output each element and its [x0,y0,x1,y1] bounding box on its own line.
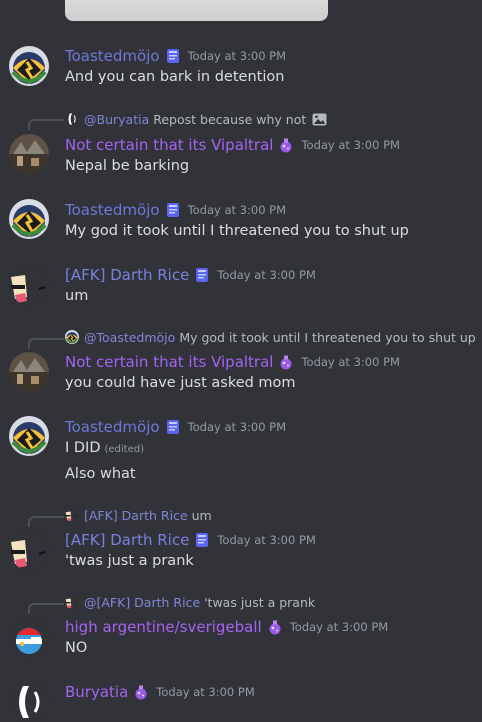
avatar[interactable] [9,530,49,570]
username[interactable]: Toastedmöjo [65,418,160,436]
message-text: My god it took until I threatened you to… [65,223,409,239]
avatar [65,330,79,344]
avatar[interactable] [9,134,49,174]
reply-author[interactable]: [AFK] Darth Rice [84,508,188,523]
timestamp: Today at 3:00 PM [187,49,287,63]
book-icon [165,202,181,218]
attachment-image[interactable] [65,0,328,21]
avatar[interactable] [9,617,49,657]
reply-author[interactable]: @Buryatia [84,112,149,127]
message-line: I DID [65,440,101,456]
message-text: you could have just asked mom [65,375,296,391]
timestamp: Today at 3:00 PM [187,420,287,434]
reply-preview[interactable]: @Buryatia Repost because why not [65,111,327,127]
book-icon [194,267,210,283]
book-icon [194,532,210,548]
timestamp: Today at 3:00 PM [187,203,287,217]
username[interactable]: Not certain that its Vipaltral [65,353,273,371]
avatar [65,112,79,126]
username[interactable]: Toastedmöjo [65,201,160,219]
message-text: I DID (edited) [65,440,144,456]
reply-text: Repost because why not [153,111,307,127]
timestamp: Today at 3:00 PM [289,620,389,634]
avatar[interactable] [9,46,49,86]
avatar[interactable] [9,352,49,392]
avatar [65,508,79,522]
reply-author[interactable]: @[AFK] Darth Rice [84,595,200,610]
message-text: 'twas just a prank [65,553,194,569]
edited-label: (edited) [104,444,145,455]
reply-text: um [191,507,212,523]
reply-spine [28,119,64,130]
image-icon [312,113,327,126]
avatar[interactable] [9,199,49,239]
potion-icon [133,684,149,700]
avatar[interactable] [9,265,49,305]
reply-text: My god it took until I threatened you to… [179,329,476,345]
username[interactable]: Toastedmöjo [65,47,160,65]
reply-author[interactable]: @Toastedmöjo [84,330,175,345]
reply-spine [28,516,64,527]
book-icon [165,419,181,435]
potion-icon [267,619,283,635]
username[interactable]: [AFK] Darth Rice [65,531,189,549]
reply-preview[interactable]: @Toastedmöjo My god it took until I thre… [65,329,476,345]
timestamp: Today at 3:00 PM [217,268,316,282]
username[interactable]: Buryatia [65,683,128,701]
avatar [65,595,79,609]
message-text: And you can bark in detention [65,69,285,85]
timestamp: Today at 3:00 PM [217,533,316,547]
potion-icon [278,354,294,370]
reply-preview[interactable]: [AFK] Darth Rice um [65,507,212,523]
reply-spine [28,338,64,349]
username[interactable]: high argentine/sverigeball [65,618,262,636]
username[interactable]: Not certain that its Vipaltral [65,136,273,154]
avatar[interactable] [9,682,49,722]
timestamp: Today at 3:00 PM [156,685,255,699]
message-text: Nepal be barking [65,158,190,174]
avatar[interactable] [9,416,49,456]
reply-preview[interactable]: @[AFK] Darth Rice 'twas just a prank [65,594,315,610]
timestamp: Today at 3:00 PM [301,138,400,152]
username[interactable]: [AFK] Darth Rice [65,266,189,284]
timestamp: Today at 3:00 PM [301,355,400,369]
reply-spine [28,603,64,614]
reply-text: 'twas just a prank [204,594,316,610]
potion-icon [278,137,294,153]
message-text: Also what [65,466,136,482]
message-text: um [65,288,89,304]
message-text: NO [65,640,88,656]
book-icon [165,48,181,64]
